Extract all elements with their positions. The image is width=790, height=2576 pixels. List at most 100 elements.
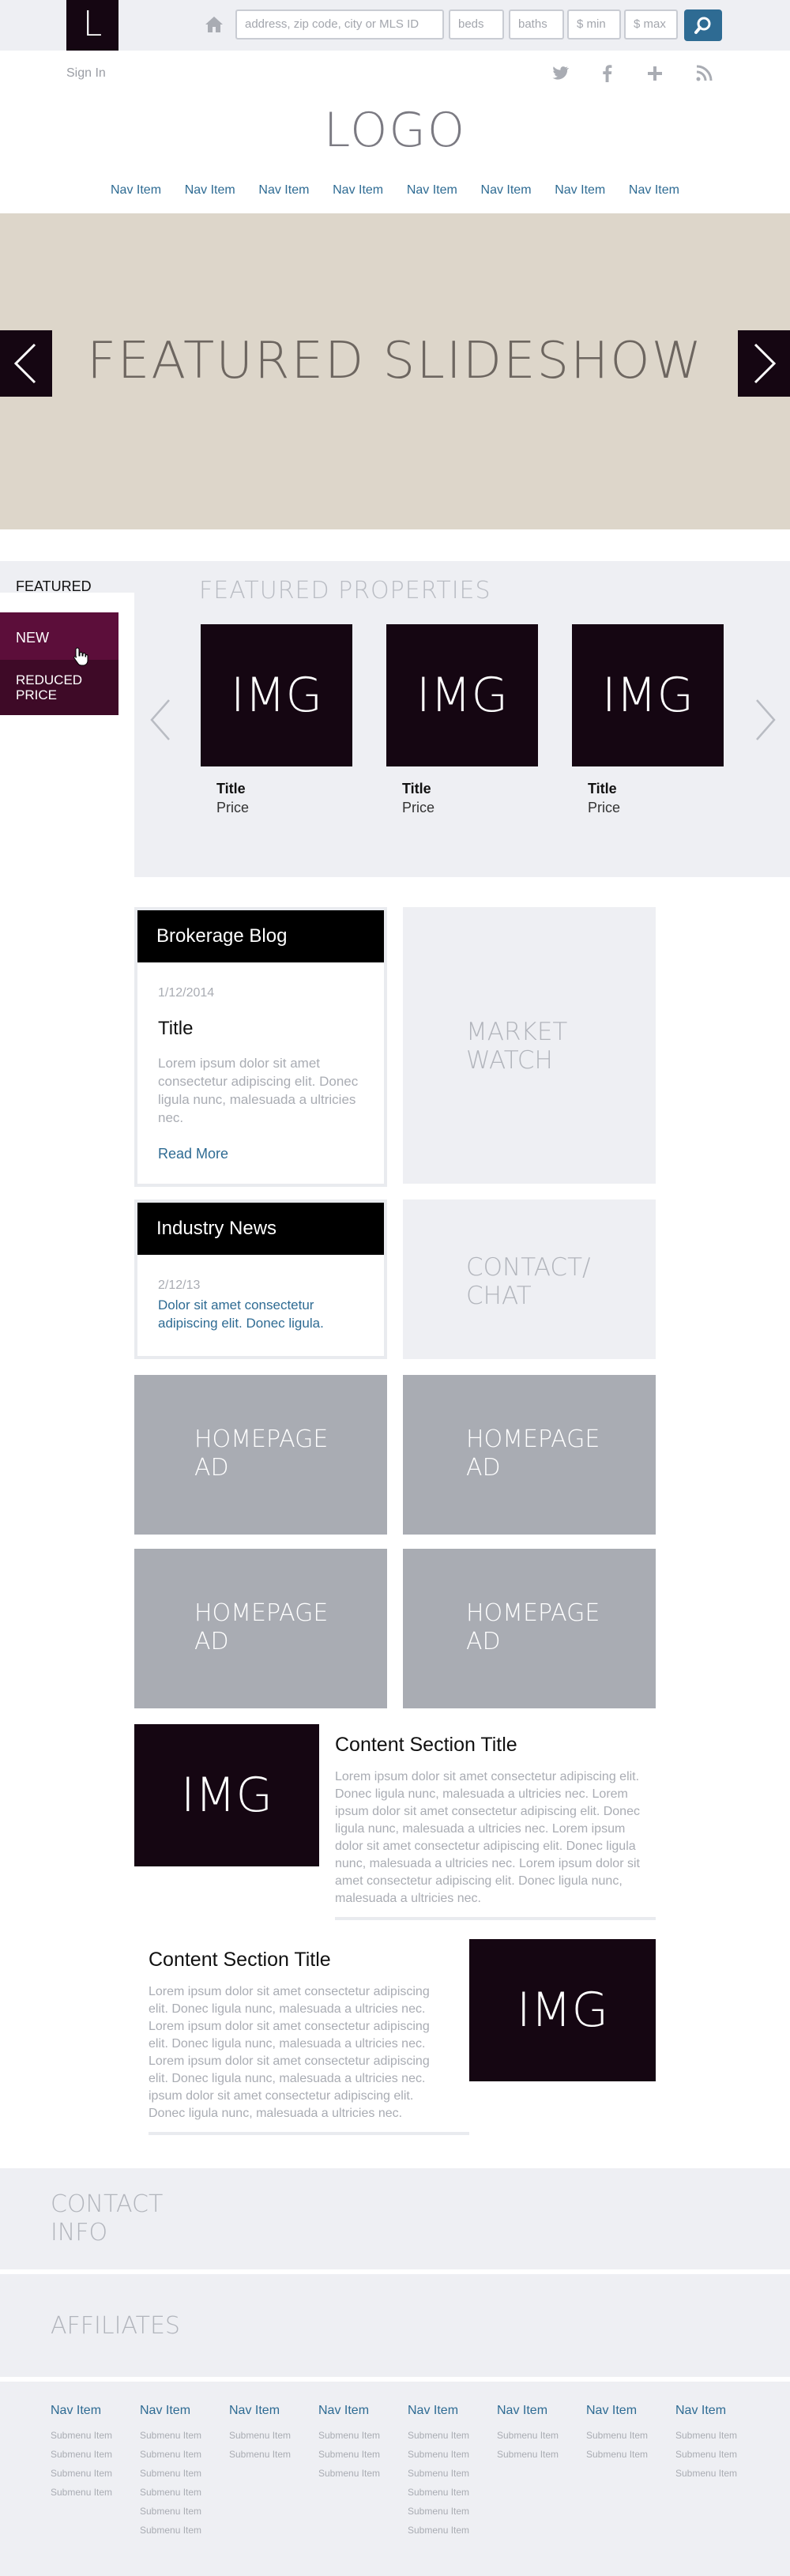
- beds-input[interactable]: beds: [449, 9, 504, 40]
- tab-reduced-price[interactable]: REDUCED PRICE: [0, 660, 118, 715]
- contact-chat-box[interactable]: CONTACT/ CHAT: [403, 1199, 656, 1359]
- homepage-ad[interactable]: HOMEPAGE AD: [403, 1549, 656, 1708]
- footer-column: Nav Item Submenu Item Submenu Item: [497, 2404, 584, 2464]
- footer-submenu-item[interactable]: Submenu Item: [229, 2426, 316, 2445]
- read-more-link[interactable]: Read More: [158, 1146, 228, 1162]
- property-title[interactable]: Title: [216, 781, 246, 797]
- content-section-title: Content Section Title: [335, 1734, 517, 1756]
- property-title[interactable]: Title: [588, 781, 617, 797]
- max-price-input[interactable]: $ max: [624, 9, 678, 40]
- property-price: Price: [402, 800, 435, 815]
- footer-submenu-item[interactable]: Submenu Item: [497, 2426, 584, 2445]
- chevron-right-icon: [754, 343, 777, 384]
- property-image[interactable]: IMG: [572, 624, 724, 766]
- footer-submenu-item[interactable]: Submenu Item: [140, 2464, 227, 2483]
- footer-submenu-item[interactable]: Submenu Item: [51, 2445, 137, 2464]
- footer-nav-item[interactable]: Nav Item: [51, 2404, 137, 2418]
- footer-submenu-item[interactable]: Submenu Item: [140, 2445, 227, 2464]
- footer-submenu-item[interactable]: Submenu Item: [408, 2502, 495, 2521]
- nav-item[interactable]: Nav Item: [481, 183, 532, 198]
- footer-column: Nav Item Submenu Item Submenu Item Submenu …: [408, 2404, 495, 2540]
- nav-item[interactable]: Nav Item: [333, 183, 383, 198]
- homepage-ad[interactable]: HOMEPAGE AD: [134, 1375, 387, 1535]
- slideshow-title: FEATURED SLIDESHOW: [87, 332, 703, 390]
- footer-submenu-item[interactable]: Submenu Item: [140, 2502, 227, 2521]
- footer-submenu-item[interactable]: Submenu Item: [318, 2445, 405, 2464]
- nav-item[interactable]: Nav Item: [185, 183, 235, 198]
- footer-submenu-item[interactable]: Submenu Item: [408, 2445, 495, 2464]
- tab-new[interactable]: NEW: [0, 612, 118, 660]
- brand-logo[interactable]: L: [66, 0, 118, 51]
- facebook-icon[interactable]: [597, 63, 618, 84]
- industry-news-link[interactable]: Dolor sit amet consectetur adipiscing el…: [158, 1296, 360, 1332]
- search-button[interactable]: [684, 9, 722, 41]
- carousel-prev-icon[interactable]: [147, 695, 174, 744]
- plus-icon[interactable]: [645, 63, 665, 84]
- rss-icon[interactable]: [694, 63, 714, 84]
- blog-excerpt: Lorem ipsum dolor sit amet consectetur a…: [158, 1056, 359, 1125]
- nav-item[interactable]: Nav Item: [555, 183, 605, 198]
- footer-submenu-item[interactable]: Submenu Item: [229, 2445, 316, 2464]
- footer-nav-item[interactable]: Nav Item: [586, 2404, 673, 2418]
- footer-submenu-item[interactable]: Submenu Item: [408, 2426, 495, 2445]
- contact-info-label: CONTACT INFO: [51, 2190, 164, 2246]
- footer-submenu-item[interactable]: Submenu Item: [51, 2464, 137, 2483]
- footer-submenu-item[interactable]: Submenu Item: [497, 2445, 584, 2464]
- footer-submenu-item[interactable]: Submenu Item: [140, 2521, 227, 2540]
- section-divider: [149, 2132, 469, 2135]
- market-watch-box[interactable]: MARKET WATCH: [403, 907, 656, 1184]
- footer-submenu-item[interactable]: Submenu Item: [408, 2521, 495, 2540]
- footer-submenu-item[interactable]: Submenu Item: [408, 2464, 495, 2483]
- content-section-body: Lorem ipsum dolor sit amet consectetur a…: [335, 1770, 640, 1905]
- footer-nav-item[interactable]: Nav Item: [408, 2404, 495, 2418]
- footer-submenu-item[interactable]: Submenu Item: [586, 2445, 673, 2464]
- carousel-next-icon[interactable]: [752, 695, 779, 744]
- content-image: IMG: [469, 1939, 656, 2081]
- home-icon[interactable]: [204, 14, 224, 35]
- sign-in-link[interactable]: Sign In: [66, 66, 106, 81]
- footer-nav-item[interactable]: Nav Item: [675, 2404, 762, 2418]
- homepage-ad[interactable]: HOMEPAGE AD: [134, 1549, 387, 1708]
- tab-featured[interactable]: FEATURED: [0, 567, 118, 605]
- footer-nav-item[interactable]: Nav Item: [497, 2404, 584, 2418]
- footer-submenu-item[interactable]: Submenu Item: [586, 2426, 673, 2445]
- footer-submenu-item[interactable]: Submenu Item: [318, 2426, 405, 2445]
- site-logo[interactable]: LOGO: [0, 103, 790, 158]
- blog-post-title[interactable]: Title: [158, 1018, 193, 1040]
- blog-heading: Brokerage Blog: [137, 910, 384, 962]
- industry-news-heading: Industry News: [137, 1203, 384, 1255]
- blog-date: 1/12/2014: [158, 986, 215, 1000]
- footer-nav-item[interactable]: Nav Item: [229, 2404, 316, 2418]
- contact-chat-label: CONTACT/ CHAT: [466, 1253, 591, 1310]
- footer-submenu-item[interactable]: Submenu Item: [140, 2483, 227, 2502]
- nav-item[interactable]: Nav Item: [111, 183, 161, 198]
- nav-item[interactable]: Nav Item: [629, 183, 679, 198]
- property-image[interactable]: IMG: [201, 624, 352, 766]
- footer-submenu-item[interactable]: Submenu Item: [675, 2445, 762, 2464]
- nav-item[interactable]: Nav Item: [407, 183, 457, 198]
- nav-item[interactable]: Nav Item: [258, 183, 309, 198]
- footer-submenu-item[interactable]: Submenu Item: [675, 2464, 762, 2483]
- baths-input[interactable]: baths: [509, 9, 564, 40]
- min-price-input[interactable]: $ min: [567, 9, 621, 40]
- slideshow-prev-button[interactable]: [0, 330, 52, 397]
- content-section-body: Lorem ipsum dolor sit amet consectetur a…: [149, 1985, 430, 2120]
- twitter-icon[interactable]: [550, 63, 570, 84]
- industry-news-date: 2/12/13: [158, 1279, 201, 1292]
- footer-submenu-item[interactable]: Submenu Item: [318, 2464, 405, 2483]
- homepage-ad[interactable]: HOMEPAGE AD: [403, 1375, 656, 1535]
- slideshow-next-button[interactable]: [738, 330, 790, 397]
- footer-nav-item[interactable]: Nav Item: [140, 2404, 227, 2418]
- property-title[interactable]: Title: [402, 781, 431, 797]
- footer-submenu-item[interactable]: Submenu Item: [140, 2426, 227, 2445]
- market-watch-label: MARKET WATCH: [466, 1018, 568, 1075]
- address-search-input[interactable]: address, zip code, city or MLS ID: [235, 9, 444, 40]
- footer-submenu-item[interactable]: Submenu Item: [51, 2426, 137, 2445]
- property-price: Price: [588, 800, 621, 815]
- footer-column: Nav Item Submenu Item Submenu Item Submenu …: [318, 2404, 405, 2483]
- footer-nav-item[interactable]: Nav Item: [318, 2404, 405, 2418]
- footer-submenu-item[interactable]: Submenu Item: [51, 2483, 137, 2502]
- property-image[interactable]: IMG: [386, 624, 538, 766]
- footer-submenu-item[interactable]: Submenu Item: [408, 2483, 495, 2502]
- footer-submenu-item[interactable]: Submenu Item: [675, 2426, 762, 2445]
